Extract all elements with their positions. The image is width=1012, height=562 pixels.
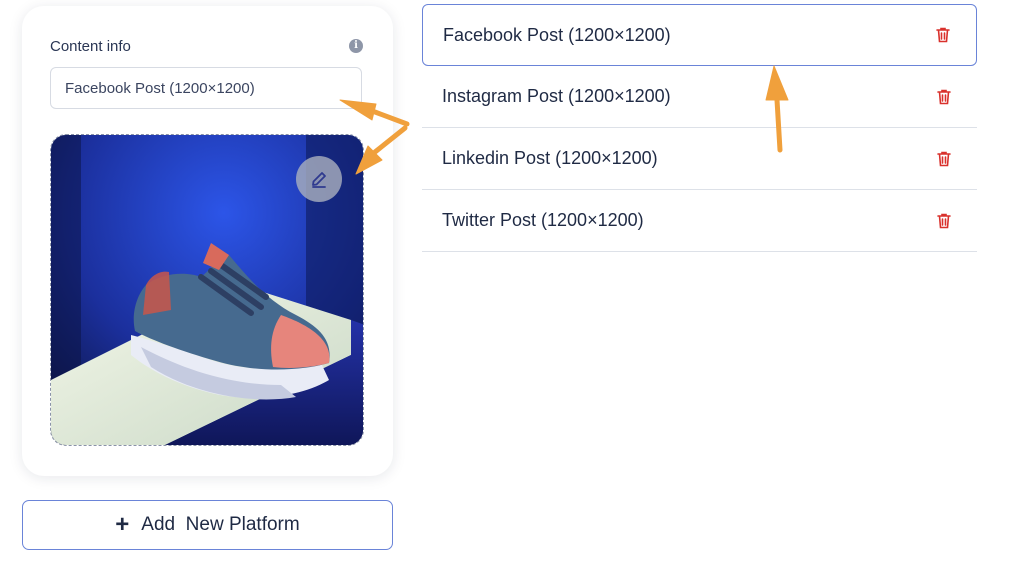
platform-item-twitter[interactable]: Twitter Post (1200×1200) bbox=[422, 190, 977, 252]
pencil-icon bbox=[312, 172, 326, 188]
add-new-platform-label: Add New Platform bbox=[141, 514, 300, 535]
platform-item-label: Twitter Post (1200×1200) bbox=[442, 210, 644, 230]
edit-image-button[interactable] bbox=[296, 156, 342, 202]
trash-icon[interactable] bbox=[936, 27, 950, 43]
content-info-title: Content info bbox=[50, 38, 131, 55]
trash-icon[interactable] bbox=[937, 213, 951, 229]
content-name-input[interactable] bbox=[50, 67, 362, 109]
trash-icon[interactable] bbox=[937, 151, 951, 167]
info-icon[interactable]: i bbox=[349, 39, 363, 53]
platform-item-instagram[interactable]: Instagram Post (1200×1200) bbox=[422, 66, 977, 128]
platform-list: Facebook Post (1200×1200) Instagram Post… bbox=[422, 4, 977, 252]
platform-item-label: Linkedin Post (1200×1200) bbox=[442, 148, 658, 168]
platform-item-label: Instagram Post (1200×1200) bbox=[442, 86, 671, 106]
plus-icon: + bbox=[115, 511, 130, 538]
platform-item-facebook[interactable]: Facebook Post (1200×1200) bbox=[422, 4, 977, 66]
platform-item-linkedin[interactable]: Linkedin Post (1200×1200) bbox=[422, 128, 977, 190]
trash-icon[interactable] bbox=[937, 89, 951, 105]
add-new-platform-button[interactable]: + Add New Platform bbox=[22, 500, 393, 550]
content-info-card: Content info i bbox=[22, 6, 393, 476]
platform-item-label: Facebook Post (1200×1200) bbox=[443, 24, 671, 45]
